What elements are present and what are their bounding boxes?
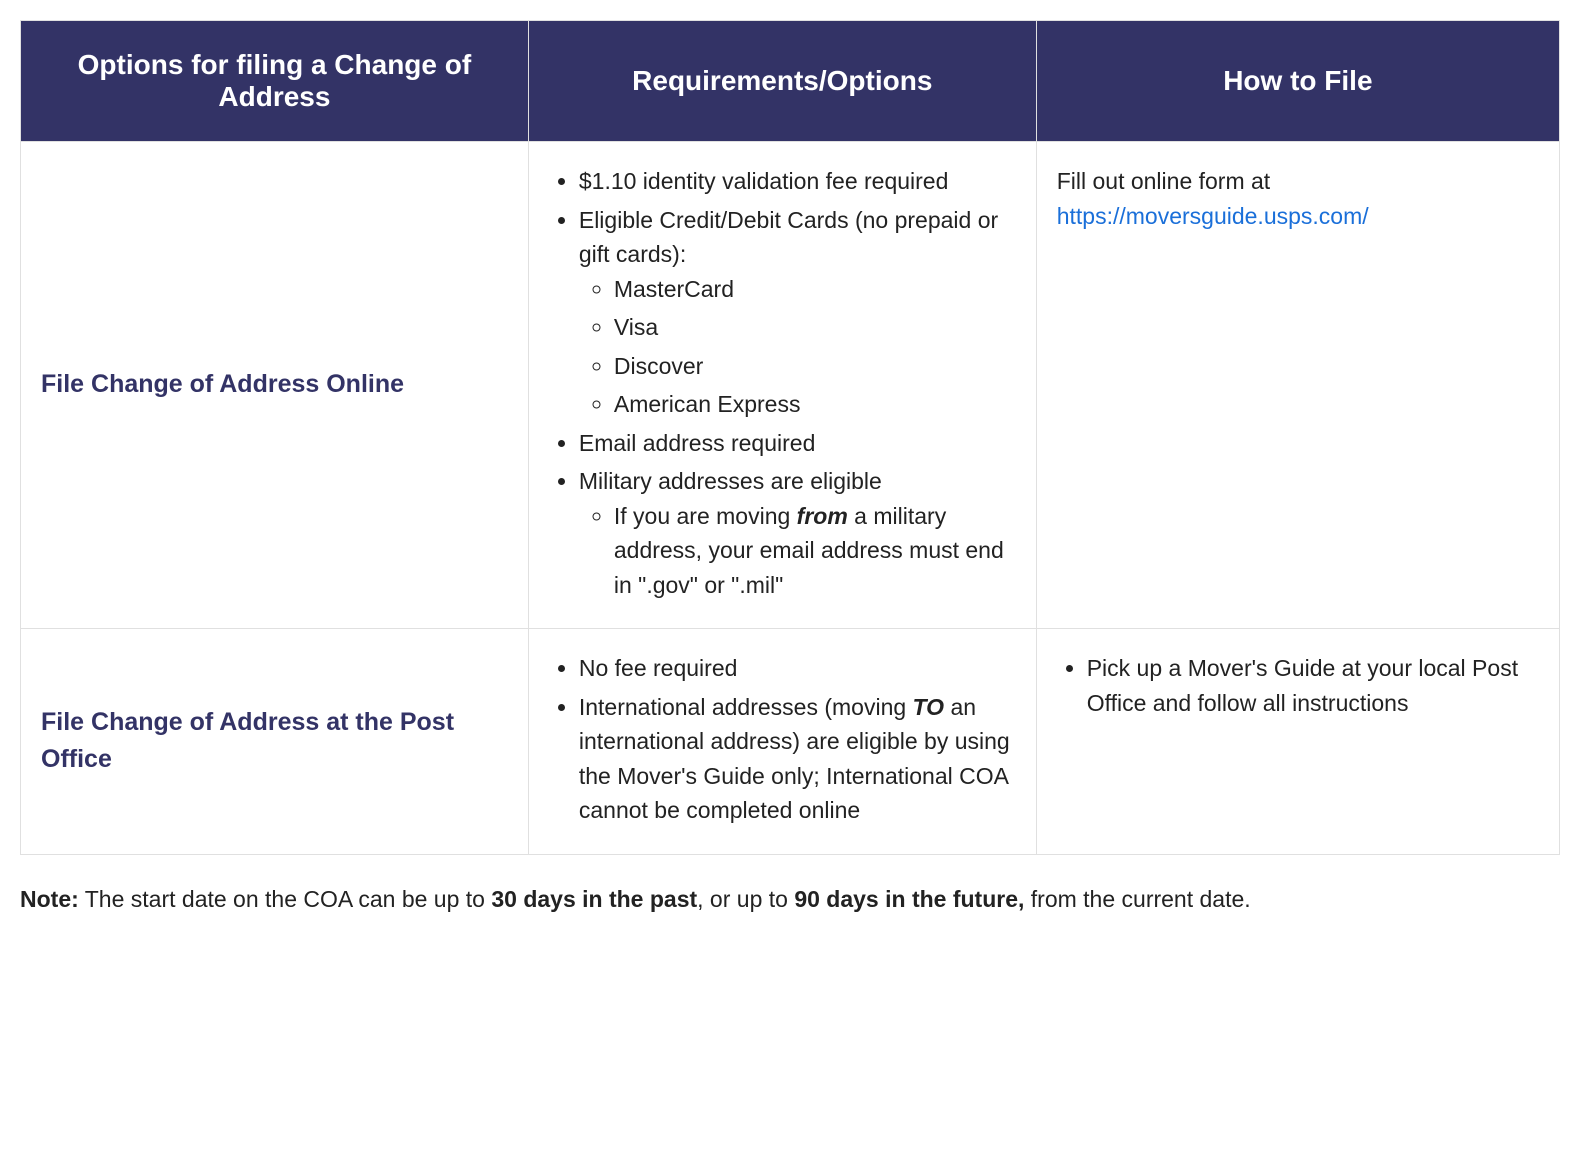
note-label: Note: — [20, 886, 79, 912]
note-bold-past: 30 days in the past — [491, 886, 697, 912]
list-item: Military addresses are eligible If you a… — [579, 464, 1016, 602]
list-item: Email address required — [579, 426, 1016, 461]
list-item: Eligible Credit/Debit Cards (no prepaid … — [579, 203, 1016, 422]
list-item: Visa — [614, 310, 1016, 345]
table-row: File Change of Address at the Post Offic… — [21, 629, 1560, 855]
text-segment: If you are moving — [614, 503, 797, 529]
table-header-row: Options for filing a Change of Address R… — [21, 21, 1560, 142]
list-item-text: Military addresses are eligible — [579, 468, 882, 494]
how-list: Pick up a Mover's Guide at your local Po… — [1057, 651, 1539, 720]
header-options: Options for filing a Change of Address — [21, 21, 529, 142]
option-post-office: File Change of Address at the Post Offic… — [21, 629, 529, 855]
text-segment: International addresses (moving — [579, 694, 913, 720]
note-segment: from the current date. — [1024, 886, 1250, 912]
option-online: File Change of Address Online — [21, 142, 529, 629]
requirements-online: $1.10 identity validation fee required E… — [528, 142, 1036, 629]
header-how-to-file: How to File — [1036, 21, 1559, 142]
emphasis-to: TO — [913, 694, 945, 720]
coa-options-table: Options for filing a Change of Address R… — [20, 20, 1560, 855]
military-sublist: If you are moving from a military addres… — [579, 499, 1016, 603]
table-row: File Change of Address Online $1.10 iden… — [21, 142, 1560, 629]
note-segment: , or up to — [697, 886, 794, 912]
list-item: If you are moving from a military addres… — [614, 499, 1016, 603]
emphasis-from: from — [797, 503, 848, 529]
how-to-file-post-office: Pick up a Mover's Guide at your local Po… — [1036, 629, 1559, 855]
list-item: International addresses (moving TO an in… — [579, 690, 1016, 828]
note-segment: The start date on the COA can be up to — [79, 886, 492, 912]
list-item: MasterCard — [614, 272, 1016, 307]
list-item: American Express — [614, 387, 1016, 422]
requirements-post-office: No fee required International addresses … — [528, 629, 1036, 855]
note-line: Note: The start date on the COA can be u… — [0, 875, 1580, 935]
list-item: $1.10 identity validation fee required — [579, 164, 1016, 199]
note-bold-future: 90 days in the future, — [794, 886, 1024, 912]
how-to-file-online: Fill out online form at https://moversgu… — [1036, 142, 1559, 629]
moversguide-link[interactable]: https://moversguide.usps.com/ — [1057, 203, 1369, 229]
header-requirements: Requirements/Options — [528, 21, 1036, 142]
list-item: Pick up a Mover's Guide at your local Po… — [1087, 651, 1539, 720]
list-item: No fee required — [579, 651, 1016, 686]
list-item: Discover — [614, 349, 1016, 384]
coa-options-table-container: Options for filing a Change of Address R… — [0, 0, 1580, 875]
requirements-list: No fee required International addresses … — [549, 651, 1016, 828]
how-text: Fill out online form at — [1057, 168, 1270, 194]
cards-sublist: MasterCard Visa Discover American Expres… — [579, 272, 1016, 422]
list-item-text: Eligible Credit/Debit Cards (no prepaid … — [579, 207, 998, 268]
requirements-list: $1.10 identity validation fee required E… — [549, 164, 1016, 602]
